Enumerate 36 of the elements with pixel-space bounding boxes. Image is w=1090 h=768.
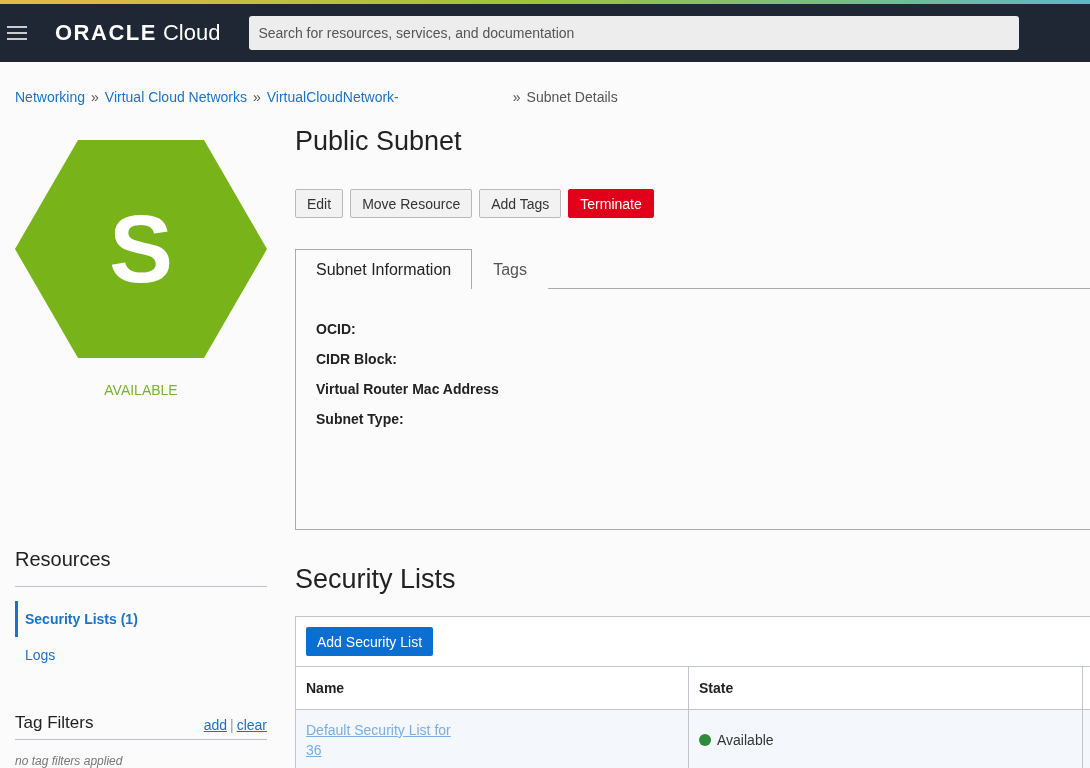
breadcrumb-link[interactable]: VirtualCloudNetwork-: [266, 89, 399, 105]
tag-filters-title: Tag Filters: [15, 713, 94, 733]
breadcrumb-link[interactable]: Networking: [15, 89, 86, 105]
action-button[interactable]: Add Tags: [479, 189, 562, 218]
logo-text[interactable]: Cloud: [162, 20, 221, 46]
add-security-list-button[interactable]: Add Security List: [306, 627, 434, 656]
subnet-hexagon-icon: S: [15, 140, 267, 358]
info-label: Subnet Type:: [316, 411, 405, 427]
info-label: CIDR Block:: [316, 351, 398, 367]
page-title: Public Subnet: [295, 126, 463, 157]
action-button[interactable]: Move Resource: [350, 189, 473, 218]
section-title: Security Lists: [295, 564, 457, 595]
add-link[interactable]: add: [203, 717, 227, 733]
breadcrumb-separator: »: [91, 89, 99, 105]
link-separator: |: [230, 717, 234, 733]
menu-icon[interactable]: [7, 25, 27, 41]
sidebar-item[interactable]: Logs: [15, 637, 267, 673]
search-field[interactable]: Search for resources, services, and documentation: [249, 16, 1020, 50]
status-text: AVAILABLE: [103, 382, 179, 398]
terminate-button[interactable]: Terminate: [568, 189, 654, 218]
breadcrumb-link[interactable]: Virtual Cloud Networks: [104, 89, 247, 105]
breadcrumb-current: Subnet Details: [526, 89, 618, 105]
breadcrumb-separator: »: [252, 89, 261, 105]
info-label: Virtual Router Mac Address: [316, 381, 500, 397]
logo[interactable]: ORACLE: [55, 20, 157, 46]
sidebar-item[interactable]: Security Lists (1): [15, 601, 267, 637]
column-header: State: [689, 667, 1083, 709]
clear-link[interactable]: clear: [236, 717, 267, 733]
tab[interactable]: Subnet Information: [295, 249, 473, 289]
breadcrumb-separator: »: [512, 89, 521, 105]
info-label: OCID:: [316, 321, 357, 337]
action-button[interactable]: Edit: [295, 189, 344, 218]
sidebar-title: Resources: [15, 548, 267, 587]
column-header: Name: [296, 667, 689, 709]
state-text: Available: [717, 732, 774, 748]
empty-message: no tag filters applied: [15, 754, 124, 768]
